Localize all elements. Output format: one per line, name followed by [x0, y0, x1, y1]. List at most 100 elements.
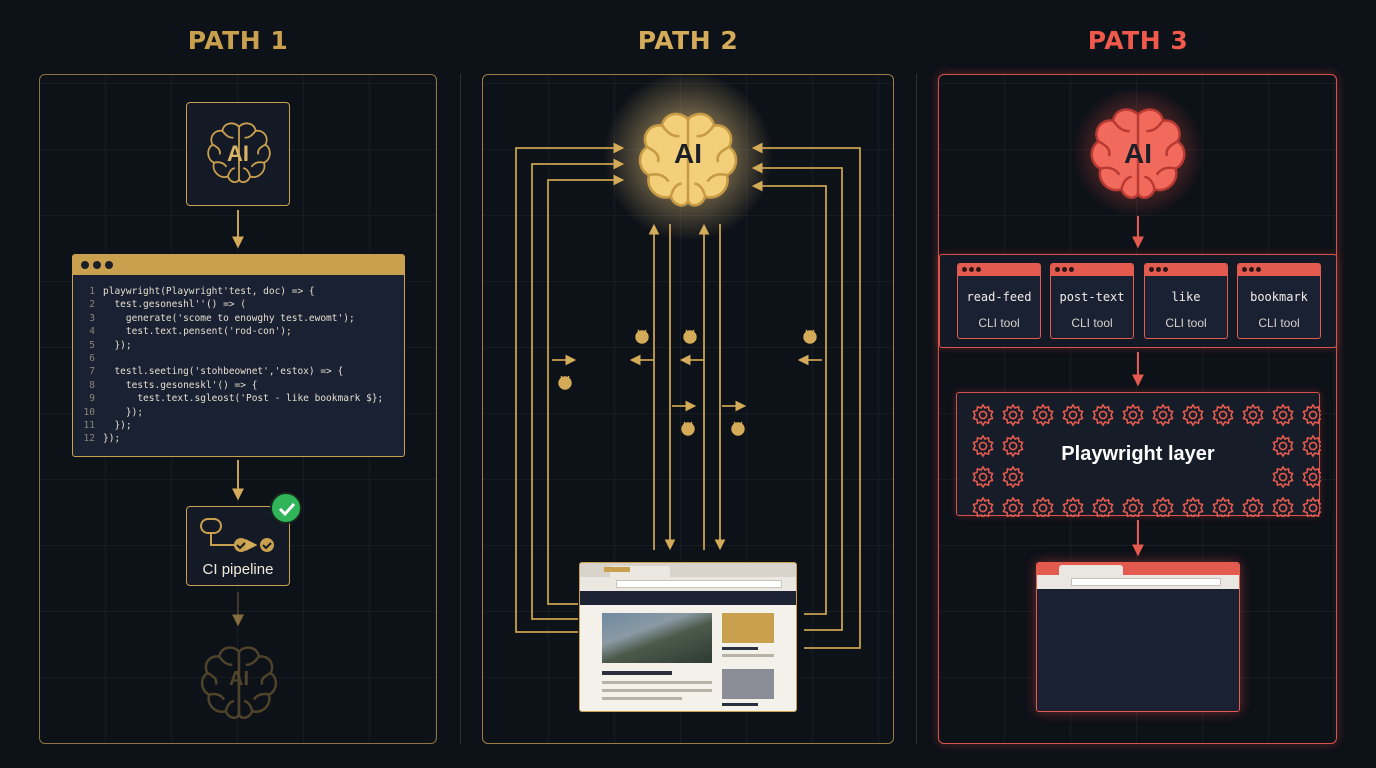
gear-icon: [1002, 466, 1024, 488]
tool-name: like: [1171, 290, 1201, 304]
path-2-title: PATH 2: [637, 26, 739, 55]
faded-ai-node: AI: [196, 640, 282, 726]
sidebar-card: [722, 669, 774, 699]
cli-tool-read-feed: read-feed CLI tool: [957, 263, 1041, 339]
code-text: tests.gesoneskl'() => {: [103, 379, 258, 391]
line-number: 2: [89, 299, 95, 311]
code-line: 7 testl.seeting('stohbeownet','estox) =>…: [73, 365, 404, 378]
line-number: 4: [89, 326, 95, 338]
path-3-title: PATH 3: [1087, 26, 1189, 55]
gear-icon: [1062, 497, 1084, 517]
line-number: 6: [89, 353, 95, 365]
line-number: 10: [83, 406, 95, 418]
gear-icon: [1182, 404, 1204, 426]
line-number: 7: [89, 366, 95, 378]
gear-icon: [1122, 404, 1144, 426]
sidebar-card: [722, 613, 774, 643]
arrow-icon: [232, 460, 244, 501]
pipeline-icon: [200, 518, 274, 552]
gear-icon: [1272, 466, 1294, 488]
line-number: 5: [89, 339, 95, 351]
code-text: testl.seeting('stohbeownet','estox) => {: [103, 366, 344, 378]
path-1-title: PATH 1: [187, 26, 289, 55]
gear-icon: [1002, 404, 1024, 426]
playwright-layer: Playwright layer: [956, 392, 1321, 517]
gear-icon: [972, 404, 994, 426]
browser-address-bar: [1037, 575, 1239, 589]
code-text: });: [103, 339, 132, 351]
check-icon: [270, 492, 302, 524]
browser-tab-bar: [1037, 563, 1239, 575]
code-line: 6: [73, 352, 404, 365]
code-text: test.gesoneshl''() => (: [103, 299, 246, 311]
code-content: 1 playwright(Playwright'test, doc) => {2 …: [73, 285, 404, 446]
arrow-icon: [232, 210, 244, 249]
cli-tool-like: like CLI tool: [1144, 263, 1228, 339]
cli-tool-post-text: post-text CLI tool: [1050, 263, 1134, 339]
code-line: 5 });: [73, 339, 404, 352]
tool-subtitle: CLI tool: [978, 316, 1020, 330]
code-line: 2 test.gesoneshl''() => (: [73, 298, 404, 311]
ai-label: AI: [227, 141, 249, 166]
line-number: 8: [89, 379, 95, 391]
gear-icon: [972, 497, 994, 517]
line-number: 9: [89, 393, 95, 405]
arrow-icon: [1132, 352, 1144, 387]
code-text: });: [103, 433, 121, 445]
gear-icon: [1092, 404, 1114, 426]
gear-icon: [1302, 466, 1321, 488]
code-text: });: [103, 420, 132, 432]
separator: [916, 74, 917, 744]
line-number: 1: [89, 286, 95, 297]
separator: [460, 74, 461, 744]
ai-label-path-3: AI: [1124, 138, 1152, 169]
gear-icon: [972, 466, 994, 488]
line-number: 11: [83, 420, 95, 432]
tool-name: bookmark: [1250, 290, 1308, 304]
arrow-icon: [1132, 520, 1144, 557]
gear-icon: [1242, 497, 1264, 517]
tool-subtitle: CLI tool: [1071, 316, 1113, 330]
gear-icon: [1212, 404, 1234, 426]
code-text: test.text.pensent('rod-con');: [103, 326, 292, 338]
cli-tools-group: read-feed CLI tool post-text CLI tool li…: [939, 254, 1337, 348]
code-text: generate('scome to enowghy test.ewomt');: [103, 312, 355, 324]
article-image: [602, 613, 712, 663]
code-line: 1 playwright(Playwright'test, doc) => {: [73, 285, 404, 298]
site-header: [580, 567, 796, 605]
tool-name: read-feed: [966, 290, 1032, 304]
browser-window-path-2: [579, 562, 797, 712]
browser-window-path-3: [1036, 562, 1240, 712]
code-line: 8 tests.gesoneskl'() => {: [73, 379, 404, 392]
gear-icon: [1302, 404, 1321, 426]
gear-icon: [1152, 404, 1174, 426]
code-line: 11 });: [73, 419, 404, 432]
window-titlebar: [73, 255, 404, 275]
gear-icon: [1032, 404, 1054, 426]
browser-address-bar: [580, 577, 796, 591]
ai-label-path-2: AI: [674, 138, 702, 169]
gear-icon: [1032, 497, 1054, 517]
code-text: });: [103, 406, 144, 418]
cli-tool-bookmark: bookmark CLI tool: [1237, 263, 1321, 339]
tool-subtitle: CLI tool: [1258, 316, 1300, 330]
gear-icon: [1272, 404, 1294, 426]
gear-icon: [1092, 497, 1114, 517]
ai-node-path-1: AI: [186, 102, 290, 206]
tool-subtitle: CLI tool: [1165, 316, 1207, 330]
gear-icon: [1242, 404, 1264, 426]
code-text: playwright(Playwright'test, doc) => {: [103, 286, 315, 297]
playwright-layer-label: Playwright layer: [1061, 443, 1215, 465]
ai-label: AI: [229, 668, 249, 690]
code-line: 10 });: [73, 406, 404, 419]
gear-icon: [1002, 497, 1024, 517]
gear-icon: [1302, 497, 1321, 517]
gear-icon: [1152, 497, 1174, 517]
arrow-icon: [1132, 216, 1144, 249]
gear-icon: [1122, 497, 1144, 517]
tool-name: post-text: [1059, 290, 1125, 304]
code-line: 12});: [73, 432, 404, 445]
line-number: 3: [89, 312, 95, 324]
gear-icon: [1272, 497, 1294, 517]
line-number: 12: [83, 433, 95, 445]
